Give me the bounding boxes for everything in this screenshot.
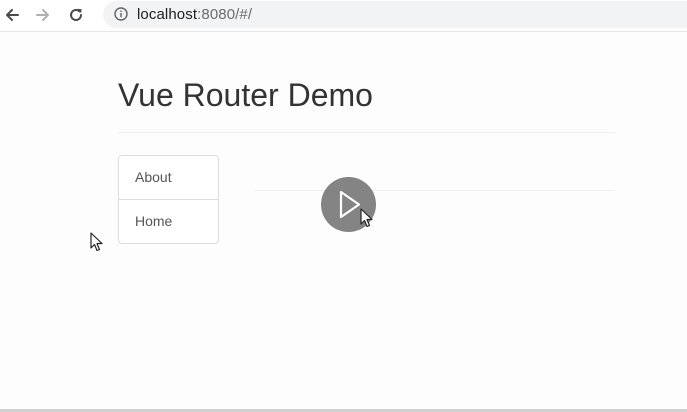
forward-button[interactable] bbox=[32, 4, 54, 26]
title-divider bbox=[118, 132, 615, 133]
url-path: :8080/#/ bbox=[197, 6, 253, 23]
address-bar[interactable]: localhost:8080/#/ bbox=[103, 1, 687, 28]
nav-link-home[interactable]: Home bbox=[119, 199, 218, 243]
nav-list: About Home bbox=[118, 155, 219, 244]
mouse-cursor-icon bbox=[90, 232, 103, 252]
page-title: Vue Router Demo bbox=[118, 77, 373, 113]
url-text: localhost:8080/#/ bbox=[137, 5, 252, 24]
info-icon[interactable] bbox=[114, 7, 128, 21]
reload-icon bbox=[70, 8, 82, 21]
browser-toolbar: localhost:8080/#/ bbox=[0, 0, 687, 32]
mouse-cursor-icon bbox=[360, 208, 373, 228]
url-host: localhost bbox=[137, 6, 198, 23]
reload-button[interactable] bbox=[65, 4, 87, 26]
back-button[interactable] bbox=[1, 4, 23, 26]
nav-link-about[interactable]: About bbox=[119, 156, 218, 199]
back-arrow-icon bbox=[6, 9, 19, 21]
content-divider bbox=[255, 190, 615, 191]
forward-arrow-icon bbox=[36, 9, 49, 21]
